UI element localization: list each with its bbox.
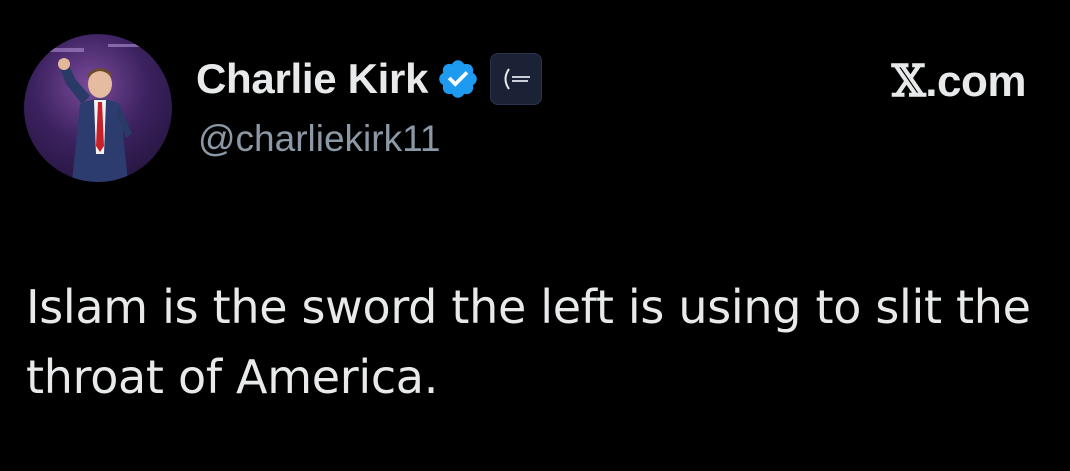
author-name-row: Charlie Kirk [196,52,543,106]
avatar-photo-icon [34,44,152,182]
tweet-card: Charlie Kirk @charliekirk11 𝕏.com Islam … [0,0,1070,471]
site-domain: .com [925,57,1026,106]
author-avatar[interactable] [24,34,172,182]
x-logo-icon: 𝕏 [891,56,926,107]
author-handle[interactable]: @charliekirk11 [198,118,441,160]
affiliate-logo-mark-icon [504,68,531,90]
affiliate-org-logo-icon[interactable] [490,53,543,105]
author-display-name[interactable]: Charlie Kirk [196,55,428,103]
tweet-body-text: Islam is the sword the left is using to … [26,280,1031,404]
x-site-label[interactable]: 𝕏.com [891,56,1027,107]
verified-badge-icon [439,60,477,98]
